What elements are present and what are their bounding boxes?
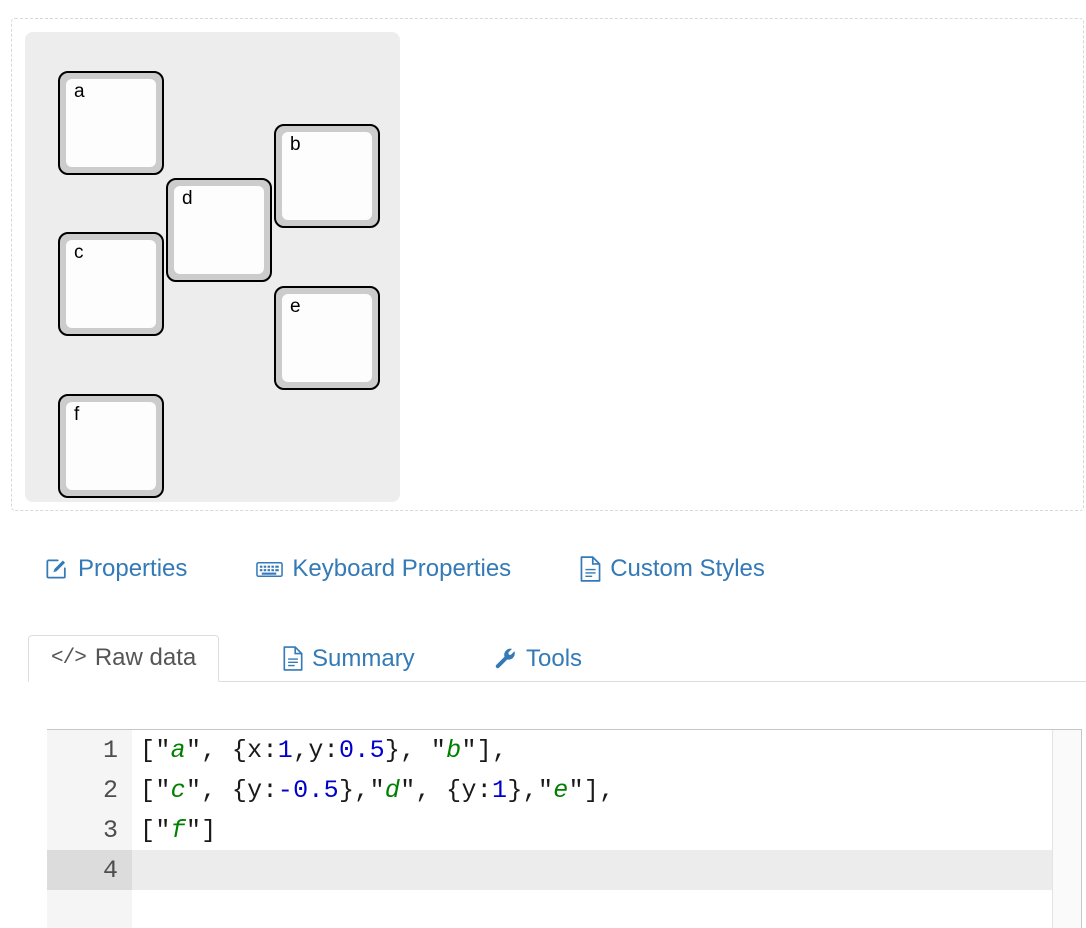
code-token: 1 — [492, 775, 508, 805]
pencil-square-icon — [44, 557, 69, 582]
wrench-icon — [493, 647, 517, 671]
code-token: e — [553, 775, 569, 805]
link-keyboard-properties-label: Keyboard Properties — [292, 555, 512, 582]
code-token: " — [155, 735, 171, 765]
code-line-content[interactable]: ["c", {y:-0.5},"d", {y:1},"e"], — [132, 776, 1082, 805]
code-token: c — [170, 775, 186, 805]
code-token: " — [430, 735, 447, 765]
code-token: }, — [338, 775, 370, 805]
code-token: -0.5 — [277, 775, 339, 805]
key-label: b — [290, 134, 301, 155]
line-number: 4 — [47, 850, 132, 890]
code-token: , {y: — [201, 775, 278, 805]
raw-data-code-editor[interactable]: 1 ["a", {x:1,y:0.5}, "b"], 2 ["c", {y:-0.5}… — [47, 729, 1082, 928]
code-token: " — [185, 775, 202, 805]
line-number: 1 — [47, 730, 132, 770]
keyboard-key-a[interactable]: a — [58, 71, 164, 175]
code-token: ,y: — [293, 735, 339, 765]
code-token: d — [384, 775, 401, 805]
code-editor-filler — [47, 890, 1082, 928]
code-token: f — [170, 815, 186, 845]
code-token: ], — [476, 735, 508, 765]
key-face: b — [282, 132, 372, 220]
keyboard-key-f[interactable]: f — [58, 394, 164, 498]
code-token: }, — [384, 735, 431, 765]
keyboard-key-c[interactable]: c — [58, 232, 164, 336]
code-line[interactable]: 3 ["f"] — [47, 810, 1082, 850]
keyboard-key-e[interactable]: e — [274, 286, 380, 390]
code-token: " — [400, 775, 416, 805]
code-lines-container[interactable]: 1 ["a", {x:1,y:0.5}, "b"], 2 ["c", {y:-0.5}… — [47, 730, 1082, 890]
code-token: b — [446, 735, 462, 765]
code-token: " — [568, 775, 584, 805]
key-label: c — [74, 242, 84, 263]
keyboard-key-b[interactable]: b — [274, 124, 380, 228]
gutter-filler — [47, 890, 132, 928]
code-token: " — [155, 815, 171, 845]
code-token: , {y: — [415, 775, 493, 805]
code-line-content[interactable]: ["a", {x:1,y:0.5}, "b"], — [132, 736, 1082, 765]
line-number: 2 — [47, 770, 132, 810]
code-line-content[interactable]: ["f"] — [132, 816, 1082, 845]
tab-summary-label: Summary — [312, 644, 415, 672]
code-token: }, — [507, 775, 538, 805]
file-icon — [283, 646, 303, 671]
file-text-icon — [580, 556, 601, 582]
code-filler-area — [132, 890, 1082, 928]
code-editor-vertical-scrollbar[interactable] — [1052, 730, 1082, 928]
tab-summary[interactable]: Summary — [261, 636, 437, 682]
key-label: e — [290, 296, 301, 317]
code-token: " — [185, 735, 202, 765]
keyboard-key-d[interactable]: d — [166, 178, 272, 282]
code-token: [ — [140, 735, 156, 765]
keyboard-canvas[interactable]: a b c d e f — [25, 32, 400, 502]
code-token: " — [155, 775, 171, 805]
code-token: , {x: — [201, 735, 278, 765]
code-token: " — [461, 735, 477, 765]
link-custom-styles-label: Custom Styles — [610, 555, 765, 582]
code-line[interactable]: 4 — [47, 850, 1082, 890]
editor-tab-strip: </> Raw data Summary Tools — [28, 620, 1086, 682]
code-token: a — [170, 735, 186, 765]
key-face: e — [282, 294, 372, 382]
code-token: ] — [201, 815, 217, 845]
tab-raw-data-label: Raw data — [94, 644, 197, 671]
code-token: " — [537, 775, 554, 805]
line-number: 3 — [47, 810, 132, 850]
key-label: f — [74, 404, 80, 425]
link-properties-label: Properties — [78, 555, 188, 582]
code-line[interactable]: 1 ["a", {x:1,y:0.5}, "b"], — [47, 730, 1082, 770]
key-face: d — [174, 186, 264, 274]
link-properties[interactable]: Properties — [44, 557, 187, 582]
tab-tools-label: Tools — [526, 645, 583, 672]
keyboard-icon — [256, 557, 284, 582]
key-label: a — [74, 81, 85, 102]
editor-section-links: Properties Keyboard Properties Custom St… — [44, 556, 765, 582]
code-token: [ — [140, 815, 156, 845]
link-keyboard-properties[interactable]: Keyboard Properties — [256, 557, 511, 582]
key-face: f — [66, 402, 156, 490]
keyboard-designer-panel: a b c d e f — [11, 18, 1084, 511]
code-token: 0.5 — [339, 735, 385, 765]
key-face: c — [66, 240, 156, 328]
tab-raw-data[interactable]: </> Raw data — [28, 635, 220, 682]
code-line[interactable]: 2 ["c", {y:-0.5},"d", {y:1},"e"], — [47, 770, 1082, 810]
key-label: d — [182, 188, 193, 209]
key-face: a — [66, 79, 156, 167]
code-token: " — [185, 815, 202, 845]
link-custom-styles[interactable]: Custom Styles — [580, 556, 765, 582]
code-token: " — [369, 775, 385, 805]
code-token: 1 — [277, 735, 294, 765]
code-icon: </> — [51, 646, 87, 670]
tab-tools[interactable]: Tools — [471, 637, 604, 682]
code-token: ], — [583, 775, 615, 805]
code-token: [ — [140, 775, 156, 805]
